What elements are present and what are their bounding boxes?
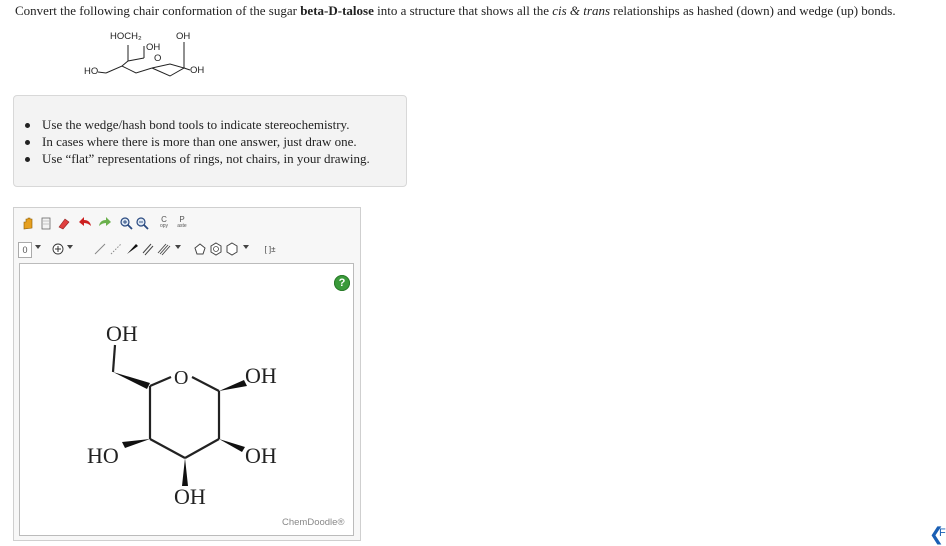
atom-label-oh[interactable]: OH xyxy=(245,365,277,387)
copy-label: opy xyxy=(159,223,169,229)
chair-conformation-figure: HOCH₂ OH OH O HO OH xyxy=(80,28,230,90)
wedge-bond-c5-ch2 xyxy=(113,372,150,389)
pan-hand-icon[interactable] xyxy=(20,213,36,233)
toolbar-row-1: C opy P aste xyxy=(14,211,360,237)
instruction-text: Use the wedge/hash bond tools to indicat… xyxy=(42,117,350,132)
atom-label-ring-oxygen[interactable]: O xyxy=(174,367,188,389)
charge-selector[interactable]: 0 xyxy=(18,242,32,258)
instruction-text: Use “flat” representations of rings, not… xyxy=(42,151,370,166)
bond-c3-c4 xyxy=(149,438,186,459)
single-bond-icon[interactable] xyxy=(92,239,108,259)
help-button[interactable]: ? xyxy=(334,275,350,291)
zoom-in-icon[interactable] xyxy=(118,213,134,233)
instruction-item: Use “flat” representations of rings, not… xyxy=(25,150,370,167)
bond-o-c1 xyxy=(191,376,220,392)
wedge-bond-c3-oh xyxy=(182,458,188,486)
chair-ho-label: HO xyxy=(84,66,99,77)
charge-value: 0 xyxy=(22,245,28,255)
chair-ring-oxygen: O xyxy=(154,53,162,64)
clear-icon[interactable] xyxy=(38,213,54,233)
chevron-down-icon[interactable] xyxy=(243,245,249,249)
cis-trans-term: cis & trans xyxy=(552,3,611,18)
bond-ch2-oh xyxy=(111,344,117,373)
instruction-item: Use the wedge/hash bond tools to indicat… xyxy=(25,116,370,133)
question-prefix: Convert the following chair conformation… xyxy=(15,3,301,18)
double-bond-icon[interactable] xyxy=(140,239,156,259)
chemdoodle-editor: C opy P aste 0 []± OH O OH OH HO OH ? C… xyxy=(13,207,361,541)
next-nav-button[interactable]: ❮ F xyxy=(929,524,946,544)
chevron-down-icon[interactable] xyxy=(35,245,41,249)
zoom-out-icon[interactable] xyxy=(134,213,150,233)
chemdoodle-logo: ChemDoodle® xyxy=(282,517,345,528)
chevron-down-icon[interactable] xyxy=(67,245,73,249)
cyclohexane-ring-icon[interactable] xyxy=(224,239,240,259)
paste-label: aste xyxy=(177,223,187,229)
chevron-down-icon[interactable] xyxy=(175,245,181,249)
redo-icon[interactable] xyxy=(96,213,112,233)
bond-c5-o xyxy=(149,375,172,388)
question-suffix: relationships as hashed (down) and wedge… xyxy=(610,3,896,18)
triple-bond-icon[interactable] xyxy=(156,239,172,259)
wedge-bond-icon[interactable] xyxy=(124,239,140,259)
paste-button[interactable]: P aste xyxy=(174,213,190,233)
chair-oh-label: OH xyxy=(190,65,205,76)
instruction-item: In cases where there is more than one an… xyxy=(25,133,370,150)
plus-charge-icon[interactable] xyxy=(50,239,66,259)
chair-oh-label: OH xyxy=(146,42,161,53)
bullet-icon xyxy=(25,123,30,128)
drawing-canvas[interactable]: OH O OH OH HO OH ? ChemDoodle® xyxy=(19,263,354,536)
atom-label-tool[interactable]: [ ]± xyxy=(260,239,280,259)
copy-button[interactable]: C opy xyxy=(156,213,172,233)
chair-oh-label: OH xyxy=(176,31,191,42)
sugar-name: beta-D-talose xyxy=(300,3,374,18)
atom-label-oh[interactable]: OH xyxy=(174,486,206,508)
wedge-bond-c1-oh xyxy=(219,380,247,391)
toolbar-row-2: 0 [ ]± xyxy=(14,237,360,263)
benzene-ring-icon[interactable] xyxy=(208,239,224,259)
label-tool-text: [ ]± xyxy=(264,244,276,254)
cyclopropane-ring-icon[interactable] xyxy=(192,239,208,259)
bond-c2-c3 xyxy=(184,438,220,459)
copy-label: C xyxy=(161,215,167,224)
paste-label: P xyxy=(179,215,185,224)
recessed-bond-icon[interactable] xyxy=(108,239,124,259)
instructions-list: Use the wedge/hash bond tools to indicat… xyxy=(25,116,370,167)
bullet-icon xyxy=(25,157,30,162)
question-text: Convert the following chair conformation… xyxy=(15,3,940,19)
eraser-icon[interactable] xyxy=(56,213,72,233)
undo-icon[interactable] xyxy=(78,213,94,233)
bullet-icon xyxy=(25,140,30,145)
question-middle: into a structure that shows all the xyxy=(373,3,553,18)
atom-label-ho[interactable]: HO xyxy=(87,445,119,467)
wedge-bond-c4-ho xyxy=(122,439,150,448)
instructions-box: Use the wedge/hash bond tools to indicat… xyxy=(13,95,407,187)
atom-label-oh[interactable]: OH xyxy=(245,445,277,467)
chair-hoch2-label: HOCH₂ xyxy=(110,31,142,42)
nav-letter: F xyxy=(939,527,946,539)
wedge-bond-c2-oh xyxy=(219,439,245,452)
instruction-text: In cases where there is more than one an… xyxy=(42,134,357,149)
atom-label-oh[interactable]: OH xyxy=(106,323,138,345)
